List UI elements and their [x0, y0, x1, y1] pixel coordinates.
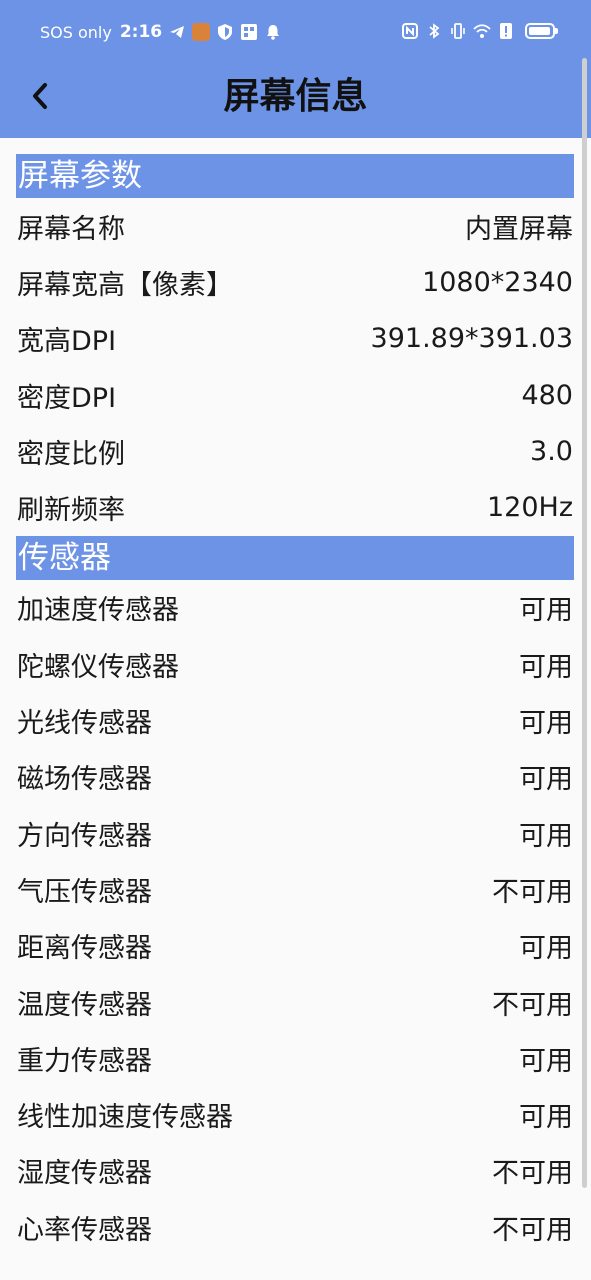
screen-params-list: 屏幕名称 内置屏幕 屏幕宽高【像素】 1080*2340 宽高DPI 391.89*3… [0, 198, 591, 536]
row-value: 可用 [519, 595, 573, 627]
list-item: 温度传感器 不可用 [0, 974, 591, 1030]
row-value: 可用 [519, 651, 573, 683]
row-label: 密度比例 [17, 438, 125, 470]
clock-time: 2:16 [119, 22, 163, 42]
list-item: 气压传感器 不可用 [0, 861, 591, 917]
list-item: 屏幕名称 内置屏幕 [0, 198, 591, 254]
vibrate-icon [451, 23, 465, 39]
row-label: 湿度传感器 [17, 1158, 152, 1190]
battery-icon [525, 23, 558, 39]
row-label: 磁场传感器 [17, 764, 152, 796]
row-label: 屏幕名称 [17, 213, 125, 245]
list-item: 陀螺仪传感器 可用 [0, 636, 591, 692]
status-right [401, 22, 558, 40]
row-label: 密度DPI [17, 382, 117, 414]
page-title: 屏幕信息 [223, 76, 368, 117]
wifi-icon [473, 24, 491, 38]
row-value: 不可用 [492, 1158, 573, 1190]
info-list: 屏幕参数 屏幕名称 内置屏幕 屏幕宽高【像素】 1080*2340 宽高DPI 391… [0, 154, 591, 1255]
carrier-text: SOS only [40, 22, 112, 42]
row-label: 刷新频率 [17, 495, 125, 527]
app-notification-icon [192, 23, 211, 41]
row-label: 心率传感器 [17, 1214, 152, 1246]
row-label: 重力传感器 [17, 1045, 152, 1077]
shield-icon [218, 24, 233, 40]
row-label: 线性加速度传感器 [17, 1102, 233, 1134]
bell-icon [267, 25, 280, 40]
row-value: 内置屏幕 [465, 213, 573, 245]
row-value: 391.89*391.03 [370, 323, 573, 355]
row-value: 3.0 [530, 435, 573, 467]
row-label: 方向传感器 [17, 820, 152, 852]
row-label: 屏幕宽高【像素】 [17, 269, 233, 301]
row-value: 可用 [519, 764, 573, 796]
list-item: 方向传感器 可用 [0, 805, 591, 861]
row-value: 可用 [519, 1102, 573, 1134]
list-item: 屏幕宽高【像素】 1080*2340 [0, 254, 591, 310]
sim-alert-icon [500, 23, 512, 39]
row-label: 加速度传感器 [17, 595, 179, 627]
section-header-sensors: 传感器 [16, 535, 574, 580]
app-header: SOS only 2:16 屏幕信息 [0, 0, 591, 138]
list-item: 光线传感器 可用 [0, 692, 591, 748]
list-item: 线性加速度传感器 可用 [0, 1086, 591, 1142]
bluetooth-icon [429, 23, 440, 39]
list-item: 刷新频率 120Hz [0, 479, 591, 535]
scrollbar[interactable] [582, 58, 587, 1188]
row-value: 不可用 [492, 1214, 573, 1246]
sensor-list: 加速度传感器 可用 陀螺仪传感器 可用 光线传感器 可用 磁场传感器 可用 方向传感器可… [0, 580, 591, 1256]
list-item: 密度DPI 480 [0, 367, 591, 423]
list-item: 磁场传感器 可用 [0, 749, 591, 805]
status-left: SOS only 2:16 [40, 22, 282, 42]
list-item: 加速度传感器 可用 [0, 580, 591, 636]
row-label: 距离传感器 [17, 933, 152, 965]
list-item: 重力传感器 可用 [0, 1030, 591, 1086]
list-item: 宽高DPI 391.89*391.03 [0, 311, 591, 367]
row-value: 可用 [519, 933, 573, 965]
list-item: 湿度传感器 不可用 [0, 1143, 591, 1199]
section-header-screen: 屏幕参数 [16, 154, 574, 198]
row-value: 不可用 [492, 989, 573, 1021]
row-value: 可用 [519, 708, 573, 740]
qr-code-icon [241, 24, 258, 40]
row-value: 1080*2340 [422, 266, 573, 298]
row-label: 温度传感器 [17, 989, 152, 1021]
row-label: 气压传感器 [17, 876, 152, 908]
list-item: 距离传感器 可用 [0, 918, 591, 974]
row-value: 480 [521, 379, 573, 411]
row-value: 可用 [519, 1045, 573, 1077]
row-label: 光线传感器 [17, 708, 152, 740]
row-label: 宽高DPI [17, 326, 117, 358]
list-item: 密度比例 3.0 [0, 423, 591, 479]
row-value: 可用 [519, 820, 573, 852]
status-bar: SOS only 2:16 [0, 0, 591, 66]
list-item: 心率传感器 不可用 [0, 1199, 591, 1255]
nfc-icon [402, 23, 418, 39]
row-value: 120Hz [486, 492, 573, 524]
telegram-icon [170, 26, 185, 38]
row-label: 陀螺仪传感器 [17, 651, 179, 683]
row-value: 不可用 [492, 876, 573, 908]
